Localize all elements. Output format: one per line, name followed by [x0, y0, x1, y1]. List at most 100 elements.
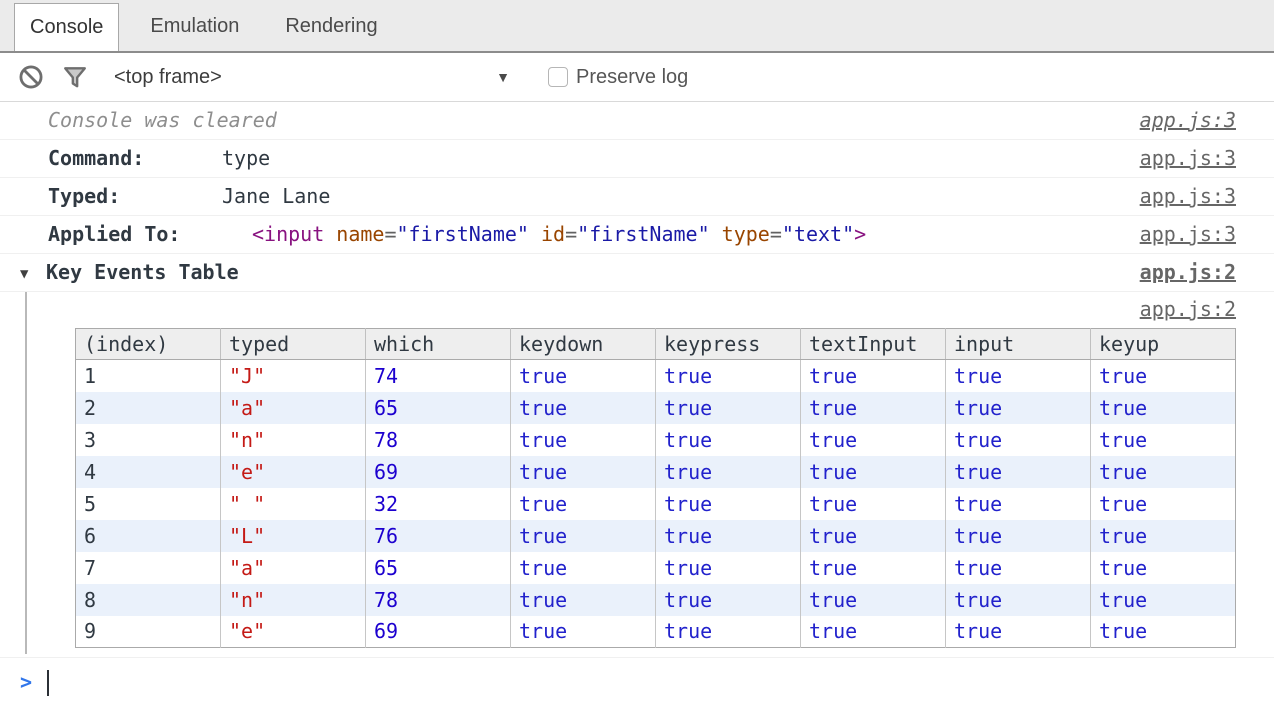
table-cell: true	[801, 424, 946, 456]
group-content: app.js:2 (index)typedwhichkeydownkeypres…	[0, 292, 1274, 658]
clear-console-icon[interactable]	[18, 64, 44, 90]
table-cell: 8	[76, 584, 221, 616]
table-cell: true	[946, 616, 1091, 648]
table-cell: true	[946, 360, 1091, 392]
console-prompt[interactable]: >	[0, 658, 1274, 710]
table-row: 9"e"69truetruetruetruetrue	[76, 616, 1236, 648]
table-row: 6"L"76truetruetruetruetrue	[76, 520, 1236, 552]
table-cell: "n"	[221, 424, 366, 456]
applied-to-element[interactable]: <input name="firstName" id="firstName" t…	[252, 222, 866, 246]
group-indent-line	[25, 292, 27, 654]
element-token: "firstName"	[577, 222, 709, 246]
element-token: >	[854, 222, 866, 246]
table-cell: "a"	[221, 392, 366, 424]
table-cell: true	[801, 360, 946, 392]
source-link[interactable]: app.js:3	[1140, 178, 1236, 215]
preserve-log-checkbox[interactable]	[548, 67, 568, 87]
element-token: id	[541, 222, 565, 246]
table-cell: 7	[76, 552, 221, 584]
group-table-message: app.js:2	[0, 292, 1274, 328]
source-link[interactable]: app.js:2	[1140, 254, 1236, 291]
element-token: =	[770, 222, 782, 246]
table-cell: true	[511, 584, 656, 616]
console-cleared-text: Console was cleared	[48, 108, 277, 132]
table-cell: true	[511, 360, 656, 392]
element-token	[324, 222, 336, 246]
console-message-cleared: Console was cleared app.js:3	[0, 102, 1274, 140]
element-token: "text"	[782, 222, 854, 246]
console-group-key-events[interactable]: ▼Key Events Table app.js:2	[0, 254, 1274, 292]
table-cell: true	[801, 392, 946, 424]
table-cell: true	[511, 520, 656, 552]
element-token	[529, 222, 541, 246]
column-header[interactable]: input	[946, 329, 1091, 360]
column-header[interactable]: (index)	[76, 329, 221, 360]
table-row: 2"a"65truetruetruetruetrue	[76, 392, 1236, 424]
column-header[interactable]: keyup	[1091, 329, 1236, 360]
table-cell: 2	[76, 392, 221, 424]
table-cell: 65	[366, 552, 511, 584]
table-cell: " "	[221, 488, 366, 520]
table-cell: true	[656, 360, 801, 392]
element-token	[710, 222, 722, 246]
table-cell: "n"	[221, 584, 366, 616]
element-token: type	[722, 222, 770, 246]
table-cell: true	[801, 456, 946, 488]
table-cell: true	[1091, 424, 1236, 456]
table-cell: 69	[366, 456, 511, 488]
table-cell: true	[946, 520, 1091, 552]
table-cell: true	[656, 488, 801, 520]
table-cell: true	[946, 488, 1091, 520]
column-header[interactable]: which	[366, 329, 511, 360]
table-cell: 69	[366, 616, 511, 648]
table-cell: true	[511, 552, 656, 584]
table-cell: true	[1091, 584, 1236, 616]
table-cell: "e"	[221, 456, 366, 488]
table-cell: 78	[366, 424, 511, 456]
table-cell: "a"	[221, 552, 366, 584]
table-cell: true	[656, 424, 801, 456]
table-cell: true	[946, 424, 1091, 456]
prompt-chevron-icon: >	[20, 670, 32, 694]
table-cell: true	[1091, 552, 1236, 584]
column-header[interactable]: typed	[221, 329, 366, 360]
table-row: 4"e"69truetruetruetruetrue	[76, 456, 1236, 488]
tab-rendering[interactable]: Rendering	[270, 3, 392, 51]
table-cell: 32	[366, 488, 511, 520]
console-message-command: Command:type app.js:3	[0, 140, 1274, 178]
table-header-row: (index)typedwhichkeydownkeypresstextInpu…	[76, 329, 1236, 360]
console-toolbar: <top frame> ▼ Preserve log	[0, 53, 1274, 102]
column-header[interactable]: keypress	[656, 329, 801, 360]
source-link[interactable]: app.js:3	[1140, 102, 1236, 139]
column-header[interactable]: keydown	[511, 329, 656, 360]
table-cell: true	[511, 424, 656, 456]
frame-context-select[interactable]: <top frame> ▼	[114, 66, 510, 89]
table-cell: true	[1091, 360, 1236, 392]
tab-console[interactable]: Console	[14, 3, 119, 51]
table-cell: true	[511, 616, 656, 648]
devtools-console-panel: Console Emulation Rendering <top frame> …	[0, 0, 1274, 710]
source-link[interactable]: app.js:3	[1140, 216, 1236, 253]
filter-icon[interactable]	[62, 64, 88, 90]
console-output: Console was cleared app.js:3 Command:typ…	[0, 102, 1274, 710]
table-cell: true	[656, 584, 801, 616]
table-cell: true	[1091, 456, 1236, 488]
command-label: Command:	[48, 140, 222, 177]
table-row: 7"a"65truetruetruetruetrue	[76, 552, 1236, 584]
chevron-down-icon: ▼	[496, 69, 510, 85]
disclosure-triangle-icon[interactable]: ▼	[20, 256, 46, 293]
column-header[interactable]: textInput	[801, 329, 946, 360]
tab-bar: Console Emulation Rendering	[0, 0, 1274, 53]
table-cell: true	[656, 456, 801, 488]
table-cell: true	[1091, 520, 1236, 552]
command-value: type	[222, 146, 270, 170]
source-link[interactable]: app.js:2	[1140, 292, 1236, 326]
element-token: "firstName"	[397, 222, 529, 246]
tab-emulation[interactable]: Emulation	[135, 3, 254, 51]
table-cell: true	[946, 584, 1091, 616]
table-cell: 5	[76, 488, 221, 520]
preserve-log-label[interactable]: Preserve log	[576, 66, 688, 89]
table-cell: true	[656, 392, 801, 424]
source-link[interactable]: app.js:3	[1140, 140, 1236, 177]
table-cell: true	[656, 520, 801, 552]
